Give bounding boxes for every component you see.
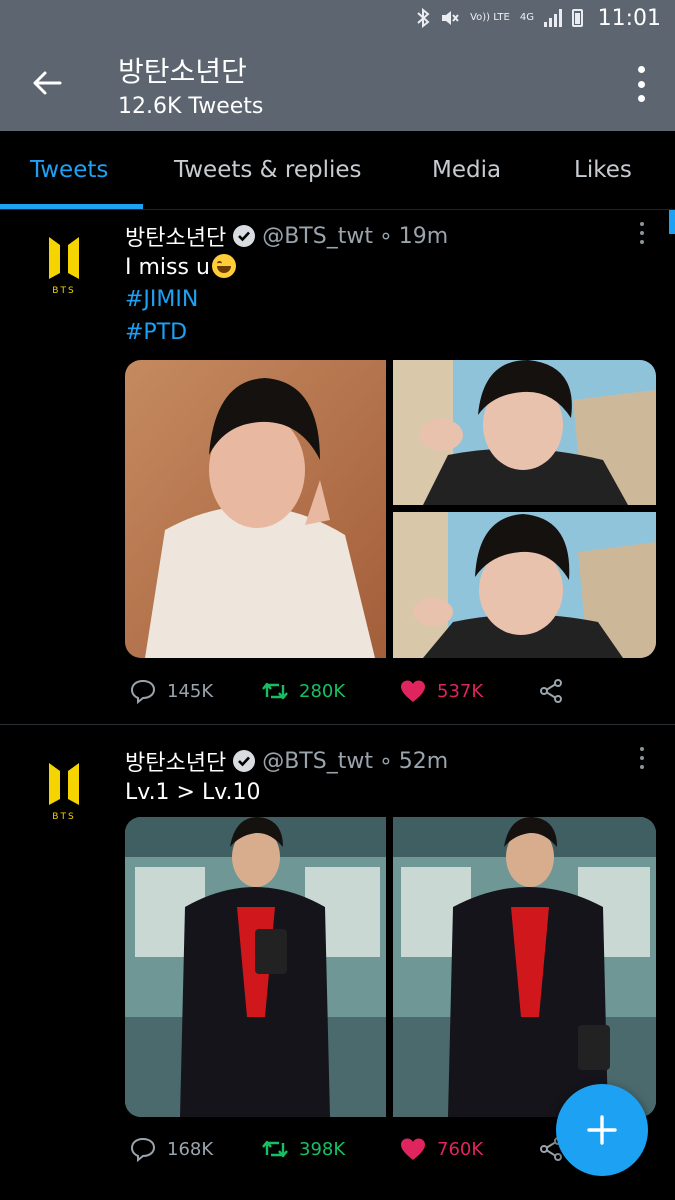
retweet-count: 398K [299, 1138, 346, 1160]
more-vertical-icon[interactable] [637, 66, 645, 102]
tweet-text: Lv.1 > Lv.10 [125, 780, 261, 805]
tweet-photo[interactable] [125, 360, 386, 658]
verified-badge-icon [233, 750, 256, 772]
compose-tweet-button[interactable] [556, 1084, 648, 1176]
status-bar: Vo)) LTE 4G 11:01 [0, 0, 675, 40]
back-arrow-icon[interactable] [30, 66, 64, 100]
tweet-photo[interactable] [125, 817, 386, 1117]
tweet-photo[interactable] [393, 817, 656, 1117]
like-button[interactable]: 537K [399, 677, 483, 705]
tab-tweets[interactable]: Tweets [30, 157, 108, 183]
reply-icon [130, 679, 156, 705]
dot-separator: ∘ [378, 748, 393, 774]
tweet-author: 방탄소년단 @BTS_twt ∘ 19m [125, 220, 448, 252]
tweet-photo[interactable] [393, 360, 656, 505]
laughing-emoji-icon [211, 254, 236, 278]
reply-icon [130, 1137, 156, 1163]
tweet-media-grid [125, 360, 656, 658]
author-handle[interactable]: @BTS_twt [262, 224, 373, 249]
dot-separator: ∘ [378, 223, 393, 249]
author-name[interactable]: 방탄소년단 [125, 745, 226, 777]
battery-icon [572, 9, 583, 27]
author-handle[interactable]: @BTS_twt [262, 749, 373, 774]
like-button[interactable]: 760K [399, 1135, 483, 1163]
volte-icon: Vo)) LTE [470, 12, 510, 23]
retweet-button[interactable]: 280K [261, 677, 345, 705]
bts-logo-avatar[interactable]: BTS [46, 235, 82, 295]
tweet-actions: 145K 280K 537K [125, 677, 595, 707]
tab-media[interactable]: Media [432, 157, 501, 183]
tweet-text: I miss u [125, 254, 236, 280]
like-count: 760K [437, 1138, 484, 1160]
reply-button[interactable]: 145K [129, 677, 213, 705]
tweet-count: 12.6K Tweets [118, 94, 264, 119]
app-bar: Vo)) LTE 4G 11:01 방탄소년단 12.6K Tweets [0, 0, 675, 131]
profile-tabs: Tweets Tweets & replies Media Likes [0, 131, 675, 210]
share-icon [540, 679, 562, 703]
retweet-icon [262, 1140, 288, 1158]
tweet-media-grid [125, 817, 656, 1117]
tweet-card[interactable]: BTS 방탄소년단 @BTS_twt ∘ 19m I miss u #JIMIN… [0, 210, 675, 725]
tweet-menu-icon[interactable] [639, 747, 645, 769]
reply-count: 145K [167, 680, 214, 702]
retweet-count: 280K [299, 680, 346, 702]
tweet-time: 19m [398, 223, 449, 249]
tab-likes[interactable]: Likes [574, 157, 632, 183]
like-count: 537K [437, 680, 484, 702]
tweet-menu-icon[interactable] [639, 222, 645, 244]
tweet-actions: 168K 398K 760K [125, 1135, 595, 1165]
avatar-label: BTS [52, 812, 75, 821]
reply-button[interactable]: 168K [129, 1135, 213, 1163]
tweet-time: 52m [398, 748, 449, 774]
tab-tweets-replies[interactable]: Tweets & replies [174, 157, 362, 183]
tweet-author: 방탄소년단 @BTS_twt ∘ 52m [125, 745, 448, 777]
heart-icon [401, 1138, 425, 1160]
compose-plus-icon [587, 1115, 617, 1145]
profile-name-title: 방탄소년단 [118, 55, 247, 88]
avatar-label: BTS [52, 286, 75, 295]
author-name[interactable]: 방탄소년단 [125, 220, 226, 252]
verified-badge-icon [233, 225, 256, 247]
network-4g-icon: 4G [519, 12, 534, 23]
tweet-photo[interactable] [393, 512, 656, 658]
signal-icon [544, 9, 562, 27]
mute-icon [442, 11, 459, 25]
retweet-button[interactable]: 398K [261, 1135, 345, 1163]
hashtag-ptd[interactable]: #PTD [125, 320, 187, 345]
retweet-icon [262, 682, 288, 700]
share-button[interactable] [537, 677, 565, 705]
status-time: 11:01 [597, 6, 661, 31]
status-icons: Vo)) LTE 4G [416, 8, 583, 28]
reply-count: 168K [167, 1138, 214, 1160]
bluetooth-icon [417, 8, 430, 28]
bts-logo-avatar[interactable]: BTS [46, 761, 82, 821]
active-tab-indicator [0, 204, 143, 209]
heart-icon [401, 680, 425, 702]
tweet-text-body: I miss u [125, 255, 210, 280]
hashtag-jimin[interactable]: #JIMIN [125, 287, 198, 312]
